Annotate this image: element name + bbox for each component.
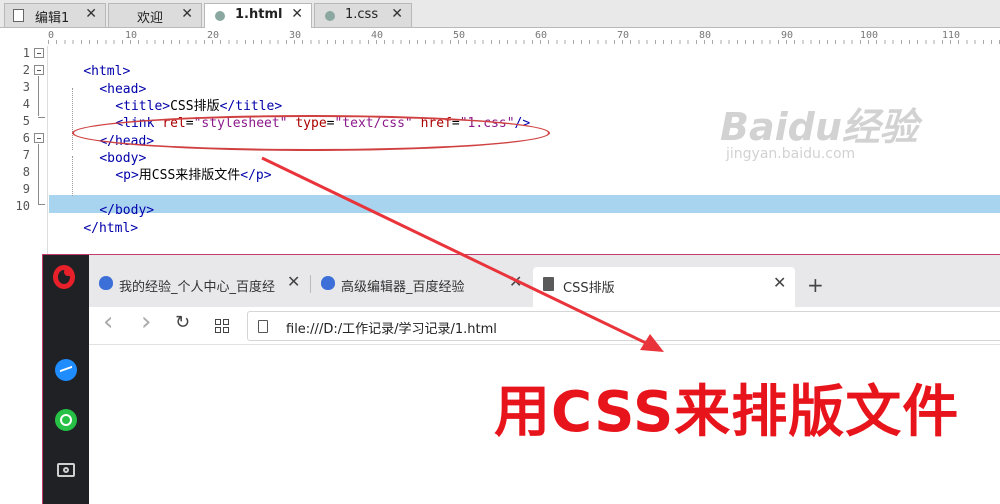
editor-tab-1-css[interactable]: 1.css ✕: [314, 3, 412, 27]
baidu-paw-icon: [99, 276, 113, 290]
editor-tab-label: 编辑1: [35, 11, 70, 26]
whatsapp-icon[interactable]: [55, 409, 77, 431]
tab-separator: [310, 275, 311, 293]
editor-tab-label: 欢迎: [137, 11, 164, 26]
browser-tab-label: CSS排版: [563, 281, 615, 296]
line-number: 4: [22, 97, 30, 111]
file-status-icon: [215, 11, 225, 21]
editor-tab-edit1[interactable]: 编辑1 ✕: [4, 3, 106, 27]
ruler-mark: 0: [48, 30, 55, 41]
html-tag: </html>: [83, 221, 139, 236]
browser-tab-my-experience[interactable]: 我的经验_个人中心_百度经 ✕: [93, 269, 307, 301]
browser-tab-label: 高级编辑器_百度经验: [341, 280, 465, 295]
code-line-2: <head>: [68, 63, 146, 97]
close-icon[interactable]: ✕: [391, 6, 403, 22]
opera-logo-icon[interactable]: [53, 265, 75, 289]
ruler-mark: 40: [371, 30, 384, 41]
editor-tab-label: 1.html: [235, 7, 283, 22]
ruler-mark: 30: [289, 30, 302, 41]
close-icon[interactable]: ✕: [773, 273, 786, 292]
line-number: 6: [22, 131, 30, 145]
fold-guide: [38, 204, 45, 205]
address-bar-url: file:///D:/工作记录/学习记录/1.html: [286, 322, 497, 337]
ruler-mark: 80: [699, 30, 712, 41]
close-icon[interactable]: ✕: [287, 272, 300, 291]
ruler-mark: 90: [781, 30, 794, 41]
editor-tab-strip: 编辑1 ✕ 欢迎 ✕ 1.html ✕ 1.css ✕: [0, 0, 1000, 28]
rendered-paragraph: 用CSS来排版文件: [494, 380, 960, 445]
line-number: 3: [22, 80, 30, 94]
browser-tab-advanced-editor[interactable]: 高级编辑器_百度经验 ✕: [315, 269, 529, 301]
baidu-paw-icon: [321, 276, 335, 290]
line-number: 5: [22, 114, 30, 128]
forward-button[interactable]: ›: [141, 307, 151, 337]
editor-tab-1-html[interactable]: 1.html ✕: [204, 3, 312, 28]
browser-tab-strip: 我的经验_个人中心_百度经 ✕ 高级编辑器_百度经验 ✕ CSS排版 ✕ +: [89, 255, 1000, 307]
ruler-mark: 20: [207, 30, 220, 41]
browser-sidebar: [43, 255, 89, 504]
ruler-mark: 70: [617, 30, 630, 41]
back-button[interactable]: ‹: [103, 307, 113, 337]
messenger-icon[interactable]: [55, 359, 77, 381]
document-icon: [13, 9, 24, 22]
ruler-mark: 50: [453, 30, 466, 41]
editor-tab-label: 1.css: [345, 7, 379, 22]
page-content: 用CSS来排版文件: [89, 345, 1000, 504]
code-line-4: <link rel="stylesheet" type="text/css" h…: [84, 97, 530, 131]
fold-guide: [38, 76, 39, 116]
column-ruler: 0 10 20 30 40 50 60 70 80 90 100 110: [48, 30, 1000, 44]
code-line-3: <title>CSS排版</title>: [84, 80, 282, 114]
line-number: 2: [22, 63, 30, 77]
ruler-mark: 100: [860, 30, 879, 41]
code-line-1: <html>: [52, 45, 130, 79]
html-text: 用CSS来排版文件: [138, 168, 241, 183]
code-line-10: </html>: [52, 202, 138, 236]
speed-dial-icon[interactable]: [215, 319, 229, 333]
watermark-url: jingyan.baidu.com: [726, 146, 856, 162]
reload-button[interactable]: ↻: [175, 312, 190, 333]
fold-guide: [38, 117, 45, 118]
close-icon[interactable]: ✕: [509, 272, 522, 291]
line-number: 9: [22, 182, 30, 196]
close-icon[interactable]: ✕: [291, 6, 303, 22]
file-status-icon: [325, 11, 335, 21]
ruler-mark: 10: [125, 30, 138, 41]
new-tab-button[interactable]: +: [807, 273, 824, 297]
watermark-logo: Baidu经验: [720, 105, 918, 149]
browser-toolbar: ‹ › ↻ file:///D:/工作记录/学习记录/1.html: [89, 307, 1000, 345]
current-line-highlight: [49, 195, 1000, 213]
address-bar[interactable]: file:///D:/工作记录/学习记录/1.html: [247, 311, 1000, 341]
ruler-mark: 60: [535, 30, 548, 41]
line-number: 10: [15, 199, 30, 213]
page-info-icon[interactable]: [258, 320, 268, 333]
fold-toggle-icon[interactable]: [34, 133, 44, 143]
baidu-watermark: Baidu经验 jingyan.baidu.com: [720, 96, 918, 162]
code-line-9: </body>: [68, 184, 154, 218]
code-line-7: <p>用CSS来排版文件</p>: [84, 149, 271, 183]
browser-window: 我的经验_个人中心_百度经 ✕ 高级编辑器_百度经验 ✕ CSS排版 ✕ + ‹…: [42, 254, 1000, 504]
fold-toggle-icon[interactable]: [34, 48, 44, 58]
line-number-gutter: 1 2 3 4 5 6 7 8 9 10: [0, 46, 48, 504]
line-number: 1: [22, 46, 30, 60]
close-icon[interactable]: ✕: [85, 6, 97, 22]
fold-guide: [38, 144, 39, 204]
close-icon[interactable]: ✕: [181, 6, 193, 22]
camera-icon[interactable]: [57, 463, 75, 477]
browser-tab-css-layout[interactable]: CSS排版 ✕: [533, 267, 795, 307]
editor-tab-welcome[interactable]: 欢迎 ✕: [108, 3, 202, 27]
line-number: 8: [22, 165, 30, 179]
fold-toggle-icon[interactable]: [34, 65, 44, 75]
html-tag: <p>: [115, 168, 139, 183]
annotation-ellipse: [72, 115, 550, 151]
line-number: 7: [22, 148, 30, 162]
ruler-mark: 110: [942, 30, 961, 41]
browser-tab-label: 我的经验_个人中心_百度经: [119, 280, 276, 295]
page-icon: [543, 277, 554, 291]
html-tag: </p>: [240, 168, 272, 183]
